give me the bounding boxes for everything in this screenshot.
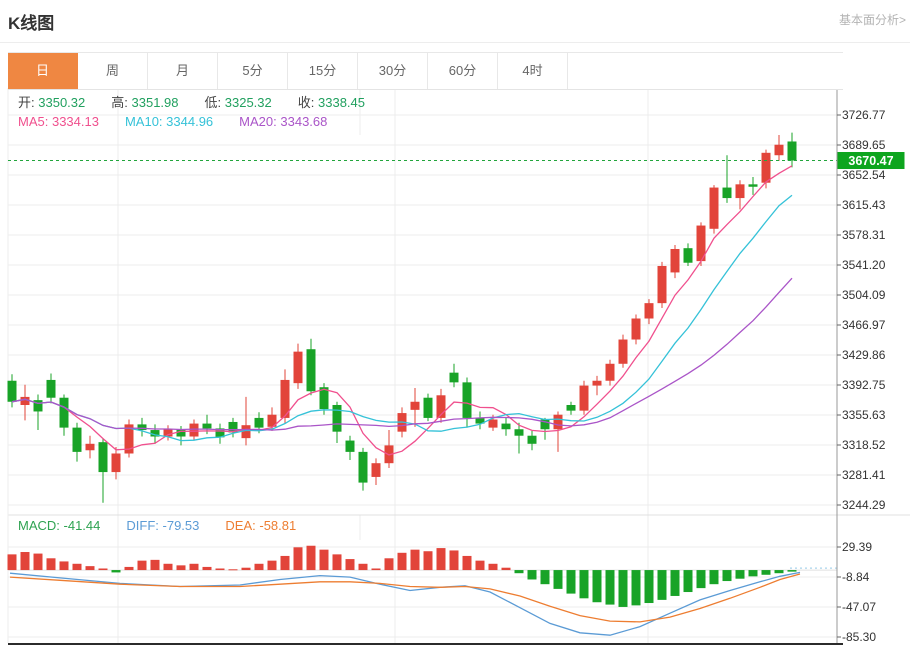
high-readout: 高: 3351.98 <box>111 95 178 110</box>
tab-min30[interactable]: 30分 <box>358 53 428 89</box>
current-price-label: 3670.47 <box>838 152 905 169</box>
svg-text:29.39: 29.39 <box>842 540 872 554</box>
tab-hour4[interactable]: 4时 <box>498 53 568 89</box>
svg-text:3355.63: 3355.63 <box>842 408 886 422</box>
svg-text:3689.65: 3689.65 <box>842 138 886 152</box>
low-readout: 低: 3325.32 <box>205 95 272 110</box>
diff-readout: DIFF: -79.53 <box>126 518 199 533</box>
svg-text:3541.20: 3541.20 <box>842 258 886 272</box>
tab-week[interactable]: 周 <box>78 53 148 89</box>
svg-text:3504.09: 3504.09 <box>842 288 886 302</box>
svg-text:3670.47: 3670.47 <box>848 154 893 168</box>
svg-text:3392.75: 3392.75 <box>842 378 886 392</box>
diff-line <box>10 572 800 635</box>
svg-text:-85.30: -85.30 <box>842 630 876 644</box>
price-axis: 3726.77 3689.65 3652.54 3615.43 3578.31 3541.… <box>837 88 886 644</box>
ohlc-readout-row: 开: 3350.32 高: 3351.98 低: 3325.32 收: 3338.45 <box>18 92 391 111</box>
svg-text:3578.31: 3578.31 <box>842 228 886 242</box>
candles <box>8 133 797 503</box>
dea-line <box>10 574 800 622</box>
ma20-line <box>12 278 792 430</box>
tab-day[interactable]: 日 <box>8 53 78 89</box>
ma-readout-row: MA5: 3334.13 MA10: 3344.96 MA20: 3343.68 <box>18 114 353 129</box>
svg-text:-47.07: -47.07 <box>842 600 876 614</box>
svg-text:3466.97: 3466.97 <box>842 318 886 332</box>
macd-readout: MACD: -41.44 <box>18 518 100 533</box>
svg-text:3615.43: 3615.43 <box>842 198 886 212</box>
svg-text:3726.77: 3726.77 <box>842 108 886 122</box>
ma20-readout: MA20: 3343.68 <box>239 114 327 129</box>
svg-text:3244.29: 3244.29 <box>842 498 886 512</box>
macd-histogram <box>8 546 797 607</box>
svg-text:3652.54: 3652.54 <box>842 168 886 182</box>
svg-text:-8.84: -8.84 <box>842 570 870 584</box>
svg-text:3429.86: 3429.86 <box>842 348 886 362</box>
tab-min60[interactable]: 60分 <box>428 53 498 89</box>
tab-month[interactable]: 月 <box>148 53 218 89</box>
tab-min5[interactable]: 5分 <box>218 53 288 89</box>
svg-text:3318.52: 3318.52 <box>842 438 886 452</box>
open-readout: 开: 3350.32 <box>18 95 85 110</box>
ma10-line <box>12 195 792 440</box>
close-readout: 收: 3338.45 <box>298 95 365 110</box>
svg-text:3281.41: 3281.41 <box>842 468 886 482</box>
interval-tabbar: 日周月5分15分30分60分4时 <box>8 52 843 90</box>
ma10-readout: MA10: 3344.96 <box>125 114 213 129</box>
macd-readout-row: MACD: -41.44 DIFF: -79.53 DEA: -58.81 <box>18 518 322 533</box>
tab-min15[interactable]: 15分 <box>288 53 358 89</box>
ma5-readout: MA5: 3334.13 <box>18 114 99 129</box>
dea-readout: DEA: -58.81 <box>225 518 296 533</box>
grid <box>8 88 910 643</box>
